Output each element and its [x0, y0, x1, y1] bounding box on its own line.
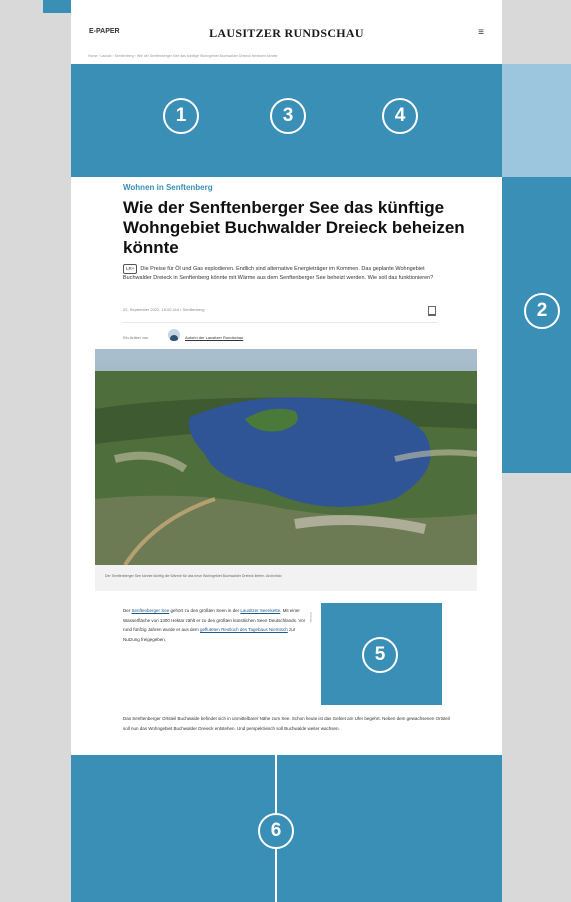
- author-prefix: Ein Artikel von: [123, 335, 149, 340]
- body-text: Der: [123, 608, 132, 613]
- marker-6: 6: [258, 813, 294, 849]
- marker-4: 4: [382, 98, 418, 134]
- caption-text: Der Senftenberger See könnte künftig die…: [105, 574, 282, 578]
- link-lausitzer-seenkette[interactable]: Lausitzer Seenkette: [240, 608, 280, 613]
- intro-text: Die Preise für Öl und Gas explodieren. E…: [123, 266, 434, 281]
- bookmark-icon[interactable]: [428, 306, 436, 316]
- article-body-paragraph-1: Der Senftenberger See gehört zu den größ…: [123, 606, 309, 644]
- article-kicker[interactable]: Wohnen in Senftenberg: [123, 183, 213, 192]
- photo-caption: Der Senftenberger See könnte künftig die…: [95, 565, 477, 591]
- marker-2: 2: [524, 293, 560, 329]
- author-link[interactable]: Autorin der Lausitzer Rundschau: [185, 335, 243, 340]
- marker-1: 1: [163, 98, 199, 134]
- site-header: E-PAPER LAUSITZER RUNDSCHAU ≡: [71, 13, 502, 53]
- link-restloch-niemtsch[interactable]: gefluteten Restloch des Tagebaus Niemtsc…: [200, 627, 288, 632]
- author-avatar[interactable]: [168, 329, 180, 341]
- article-meta: 22. September 2022, 15:00 Uhr • Senftenb…: [123, 307, 205, 312]
- divider: [123, 322, 438, 323]
- up-arrow-icon: [270, 734, 282, 742]
- lake-aerial-photo: [95, 349, 477, 565]
- plus-badge: LR+: [123, 264, 138, 274]
- breadcrumb[interactable]: Home › Lausitz › Senftenberg › Wie der S…: [88, 54, 277, 58]
- highlight-region-sidebar-top: [502, 64, 571, 177]
- site-logo[interactable]: LAUSITZER RUNDSCHAU: [71, 26, 502, 41]
- marker-5: 5: [362, 637, 398, 673]
- article-intro: LR+ Die Preise für Öl und Gas explodieren…: [123, 264, 453, 282]
- link-senftenberger-see[interactable]: Senftenberger See: [132, 608, 170, 613]
- ad-label: Anzeige: [309, 612, 313, 623]
- marker-3: 3: [270, 98, 306, 134]
- article-headline: Wie der Senftenberger See das künftige W…: [123, 198, 465, 257]
- article-photo[interactable]: [95, 349, 477, 565]
- article-body-paragraph-2: Das Senftenberger Ortsteil Buchwalde bef…: [123, 716, 450, 731]
- body-text: gehört zu den größten Seen in der: [169, 608, 241, 613]
- hamburger-menu-icon[interactable]: ≡: [478, 27, 484, 38]
